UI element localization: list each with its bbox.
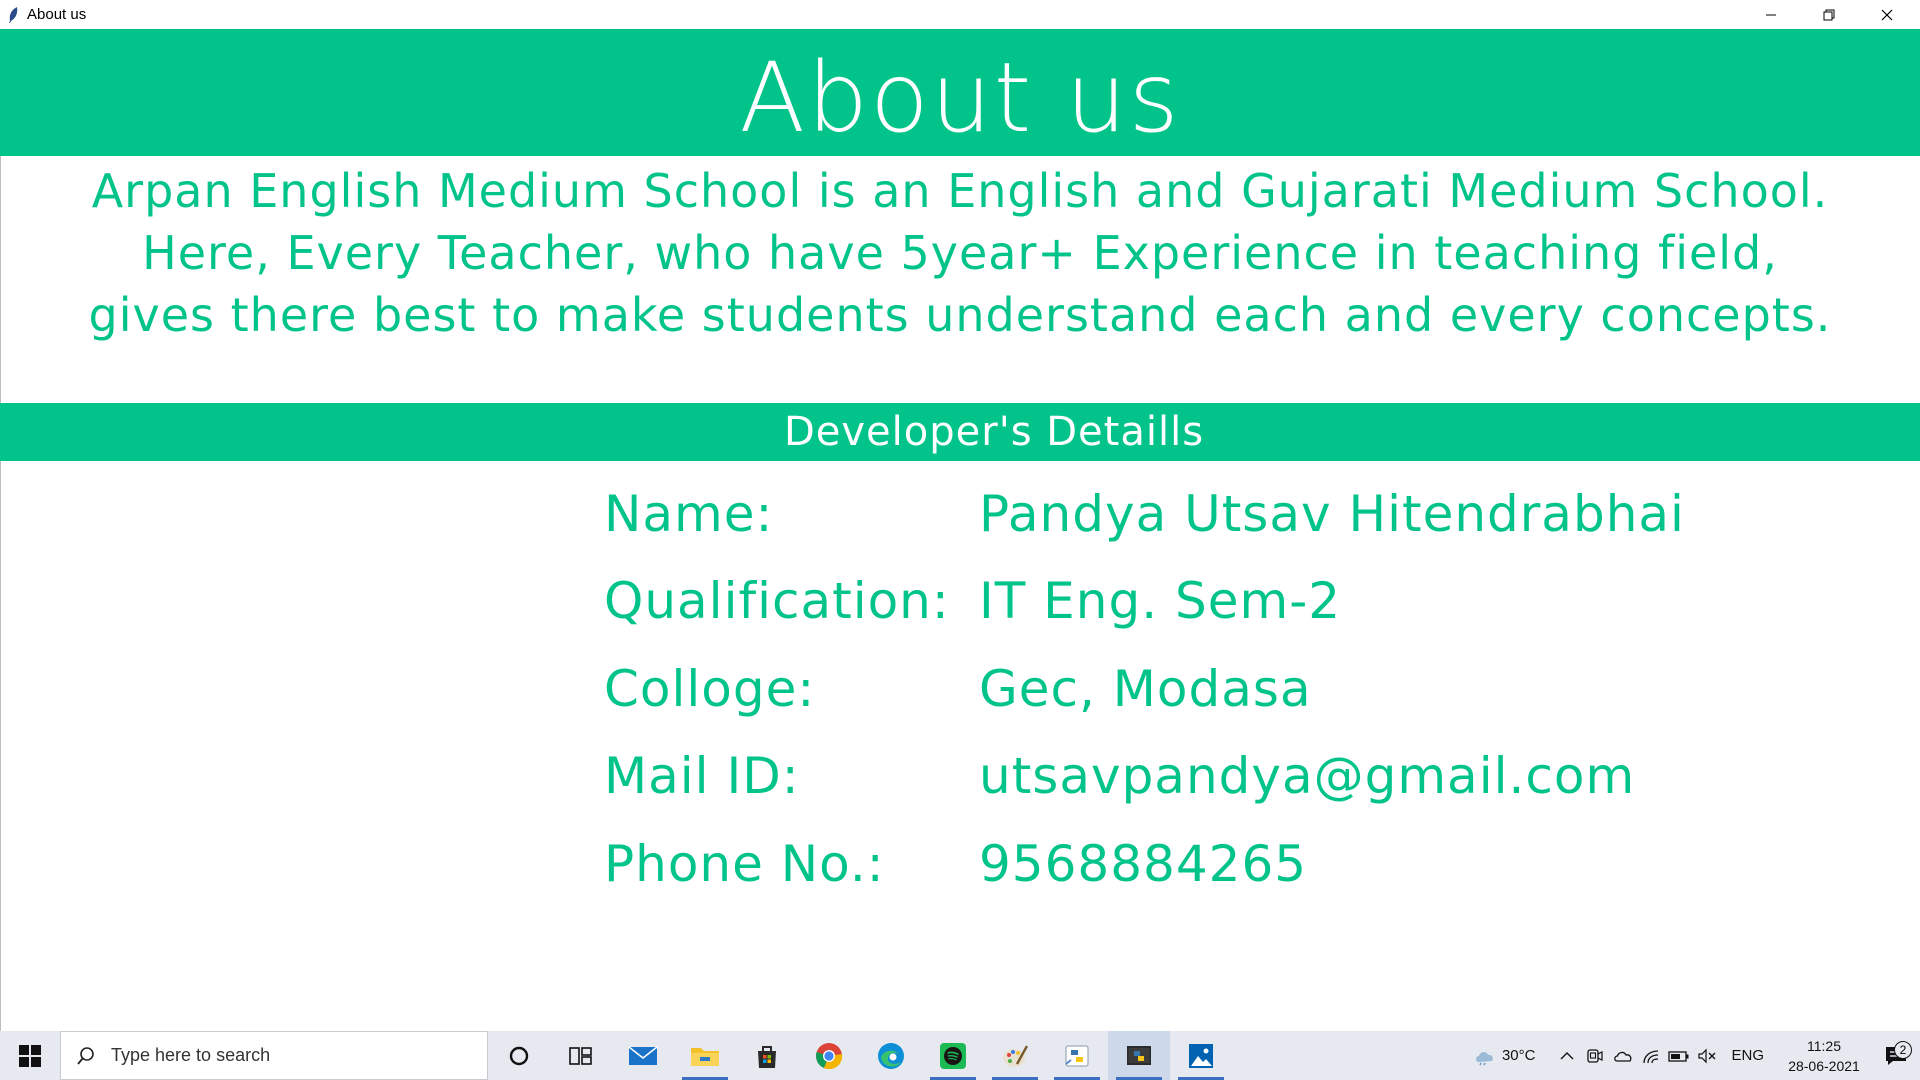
- detail-label: Qualification:: [604, 572, 950, 631]
- detail-label: Colloge:: [604, 659, 816, 718]
- developer-section-title: Developer's Detaills: [783, 409, 1205, 455]
- photos-icon[interactable]: [1170, 1031, 1232, 1080]
- window-title: About us: [27, 6, 87, 23]
- store-icon[interactable]: [736, 1031, 798, 1080]
- language-indicator[interactable]: ENG: [1731, 1047, 1764, 1064]
- task-view-icon[interactable]: [550, 1031, 612, 1080]
- python-idle-icon[interactable]: [1046, 1031, 1108, 1080]
- detail-value: 9568884265: [979, 834, 1308, 893]
- wifi-icon[interactable]: [1637, 1048, 1665, 1064]
- meet-now-icon[interactable]: [1581, 1048, 1609, 1064]
- detail-label: Name:: [604, 484, 774, 543]
- windows-icon: [19, 1044, 41, 1067]
- notification-center-button[interactable]: 2: [1872, 1040, 1920, 1067]
- feather-icon: [2, 0, 24, 29]
- paint-icon[interactable]: [984, 1031, 1046, 1080]
- python-app-icon[interactable]: [1108, 1031, 1170, 1080]
- header-banner: About us: [0, 29, 1920, 156]
- description-line: gives there best to make students unders…: [88, 288, 1832, 342]
- edge-icon[interactable]: [860, 1031, 922, 1080]
- chevron-up-icon[interactable]: [1553, 1051, 1581, 1061]
- taskbar: Type here to search 30°C ENG 11:25 28-06…: [0, 1031, 1920, 1080]
- battery-icon[interactable]: [1665, 1049, 1693, 1063]
- system-tray: 30°C ENG 11:25 28-06-2021 2: [1468, 1031, 1920, 1080]
- clock-time: 11:25: [1807, 1037, 1841, 1054]
- chrome-icon[interactable]: [798, 1031, 860, 1080]
- description-line: Here, Every Teacher, who have 5year+ Exp…: [142, 226, 1778, 280]
- cortana-icon[interactable]: [488, 1031, 550, 1080]
- detail-value: Gec, Modasa: [979, 659, 1312, 718]
- restore-button[interactable]: [1800, 0, 1858, 29]
- detail-label: Phone No.:: [604, 834, 885, 893]
- start-button[interactable]: [0, 1031, 60, 1080]
- search-placeholder: Type here to search: [111, 1045, 271, 1065]
- weather-temperature[interactable]: 30°C: [1502, 1047, 1536, 1064]
- close-button[interactable]: [1858, 0, 1916, 29]
- file-explorer-icon[interactable]: [674, 1031, 736, 1080]
- description-line: Arpan English Medium School is an Englis…: [91, 164, 1829, 218]
- detail-value: IT Eng. Sem-2: [979, 572, 1342, 631]
- developer-section-banner: Developer's Detaills: [0, 403, 1920, 461]
- detail-label: Mail ID:: [604, 747, 800, 806]
- mail-icon[interactable]: [612, 1031, 674, 1080]
- weather-icon[interactable]: [1468, 1046, 1502, 1066]
- school-description: Arpan English Medium School is an Englis…: [0, 160, 1920, 346]
- volume-muted-icon[interactable]: [1693, 1048, 1721, 1064]
- spotify-icon[interactable]: [922, 1031, 984, 1080]
- search-icon: [61, 1046, 111, 1066]
- minimize-button[interactable]: [1742, 0, 1800, 29]
- detail-value: Pandya Utsav Hitendrabhai: [979, 484, 1685, 543]
- window-titlebar: About us: [0, 0, 1920, 29]
- detail-value: utsavpandya@gmail.com: [979, 747, 1636, 806]
- taskbar-search-box[interactable]: Type here to search: [60, 1031, 488, 1080]
- clock-date: 28-06-2021: [1788, 1057, 1860, 1074]
- taskbar-clock[interactable]: 11:25 28-06-2021: [1776, 1036, 1872, 1076]
- onedrive-icon[interactable]: [1609, 1049, 1637, 1063]
- notification-count-badge: 2: [1894, 1040, 1912, 1059]
- page-title: About us: [739, 41, 1181, 154]
